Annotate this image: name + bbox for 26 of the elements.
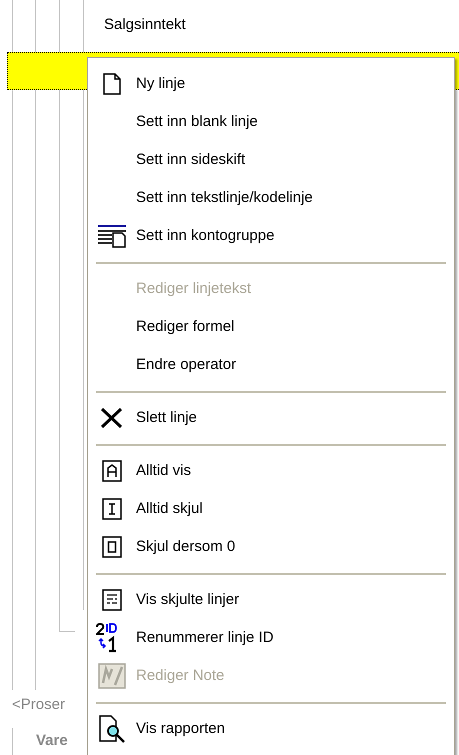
menu-item[interactable]: Sett inn kontogruppe (88, 217, 454, 255)
menu-item[interactable]: Vis skjulte linjer (88, 581, 454, 619)
menu-item[interactable]: Alltid vis (88, 452, 454, 490)
report-preview-icon (98, 715, 126, 743)
page-icon (102, 73, 122, 95)
menu-item[interactable]: Slett linje (88, 399, 454, 437)
list-icon (98, 224, 126, 248)
letter-a-box-icon (101, 459, 123, 483)
menu-item[interactable]: Sett inn tekstlinje/kodelinje (88, 179, 454, 217)
menu-item[interactable]: Skjul dersom 0 (88, 528, 454, 566)
document-lines-icon (101, 588, 123, 612)
delete-icon (99, 406, 125, 430)
tree-label: <Proser (12, 695, 65, 715)
menu-item[interactable]: Sett inn blank linje (88, 103, 454, 141)
menu-item[interactable]: Alltid skjul (88, 490, 454, 528)
menu-item[interactable]: Sett inn sideskift (88, 141, 454, 179)
menu-item[interactable]: Ny linje (88, 65, 454, 103)
note-icon (98, 663, 126, 689)
letter-i-box-icon (101, 497, 123, 521)
menu-item[interactable]: Renummerer linje ID (88, 619, 454, 657)
menu-item[interactable]: Endre operator (88, 346, 454, 384)
zero-box-icon (101, 535, 123, 559)
menu-item[interactable]: Vis rapporten (88, 710, 454, 748)
menu-item[interactable]: Rediger formel (88, 308, 454, 346)
row-label: Salgsinntekt (104, 15, 186, 35)
tree-label: Vare (36, 731, 68, 751)
